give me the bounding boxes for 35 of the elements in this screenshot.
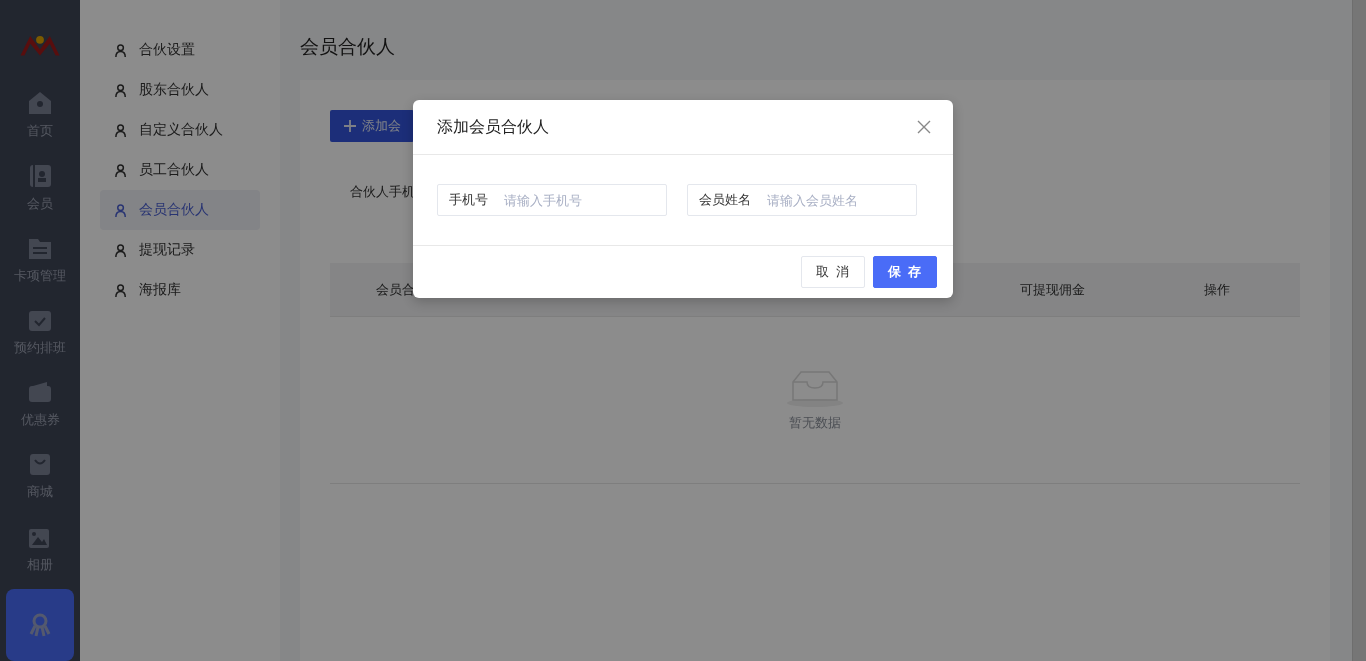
person-icon xyxy=(114,242,129,258)
submenu-item[interactable]: 会员合伙人 xyxy=(100,190,260,230)
input-field[interactable]: 请输入会员姓名 xyxy=(765,191,916,209)
add-button[interactable]: 添加会 xyxy=(330,110,414,142)
field-label: 手机号 xyxy=(449,191,488,209)
person-icon xyxy=(114,282,129,298)
cancel-button[interactable]: 取 消 xyxy=(801,256,865,288)
column-header: 会员合 xyxy=(376,281,415,299)
form-field[interactable]: 会员姓名 请输入会员姓名 xyxy=(687,184,917,216)
column-header: 可提现佣金 xyxy=(1020,281,1085,299)
nav-item[interactable] xyxy=(6,588,74,661)
person-icon xyxy=(114,42,129,58)
submenu-item[interactable]: 股东合伙人 xyxy=(100,70,260,110)
contact-card-icon xyxy=(27,162,53,189)
input-field[interactable]: 请输入手机号 xyxy=(502,191,666,209)
form-field[interactable]: 手机号 请输入手机号 xyxy=(437,184,667,216)
submenu-item[interactable]: 合伙设置 xyxy=(100,30,260,70)
person-icon xyxy=(114,122,129,138)
person-icon xyxy=(114,82,129,98)
home-icon xyxy=(27,90,53,117)
submenu-item[interactable]: 员工合伙人 xyxy=(100,150,260,190)
person-icon xyxy=(114,162,129,178)
bag-icon xyxy=(27,451,53,478)
field-label: 会员姓名 xyxy=(699,191,751,209)
close-icon[interactable] xyxy=(917,120,931,134)
dialog-title: 添加会员合伙人 xyxy=(437,116,549,138)
empty-text: 暂无数据 xyxy=(789,414,841,432)
page-title: 会员合伙人 xyxy=(300,34,396,59)
submenu-item[interactable]: 提现记录 xyxy=(100,230,260,270)
submenu-item[interactable]: 自定义合伙人 xyxy=(100,110,260,150)
column-header: 操作 xyxy=(1204,281,1230,299)
save-button[interactable]: 保 存 xyxy=(873,256,937,288)
submenu-item[interactable]: 海报库 xyxy=(100,270,260,310)
plus-icon xyxy=(344,120,356,132)
person-icon xyxy=(114,202,129,218)
